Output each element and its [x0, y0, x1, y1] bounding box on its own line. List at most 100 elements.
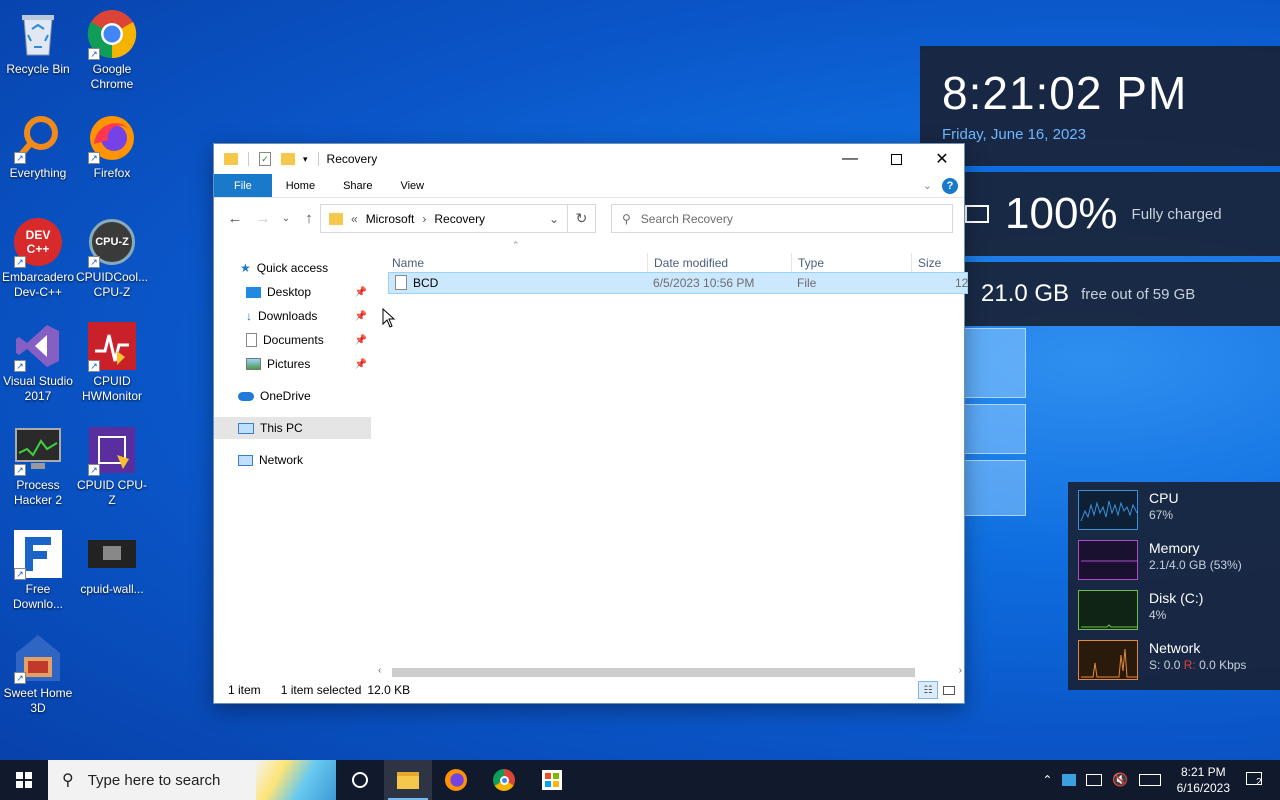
- keyboard-icon[interactable]: [1138, 774, 1161, 786]
- battery-widget: 100% Fully charged: [965, 172, 1280, 256]
- minimize-button[interactable]: —: [827, 144, 873, 174]
- recent-locations-button[interactable]: ⌄: [280, 213, 292, 224]
- arrow-up-icon: ↑: [305, 209, 313, 227]
- customize-toolbar-icon[interactable]: ▾: [303, 154, 308, 165]
- taskbar-chrome[interactable]: [480, 760, 528, 800]
- nav-network[interactable]: Network: [238, 449, 371, 471]
- tab-home[interactable]: Home: [272, 174, 329, 197]
- desktop-icon-cpuz[interactable]: ↗ CPUID CPU-Z: [74, 424, 150, 508]
- file-row-bcd[interactable]: BCD 6/5/2023 10:56 PM File 12: [388, 272, 968, 294]
- desktop-icon-process-hacker[interactable]: ↗ Process Hacker 2: [0, 424, 76, 508]
- details-view-button[interactable]: ☷: [918, 681, 938, 699]
- tab-view[interactable]: View: [386, 174, 438, 197]
- monitor-row-memory: Memory 2.1/4.0 GB (53%): [1078, 540, 1278, 582]
- large-icons-view-icon: [943, 685, 955, 695]
- column-header-name[interactable]: Name: [386, 253, 648, 273]
- details-view-icon: ☷: [923, 684, 933, 696]
- properties-icon[interactable]: ✓: [259, 152, 271, 166]
- breadcrumb-microsoft[interactable]: Microsoft: [366, 212, 415, 226]
- shortcut-arrow-icon: ↗: [14, 568, 26, 580]
- forward-button[interactable]: →: [252, 210, 274, 227]
- taskbar-clock[interactable]: 8:21 PM 6/16/2023: [1171, 764, 1236, 796]
- desktop-icon-hwmonitor[interactable]: ↗ CPUID HWMonitor: [74, 320, 150, 404]
- windows-logo-icon: [16, 772, 32, 788]
- column-header-type[interactable]: Type: [792, 253, 912, 273]
- monitor-row-disk: Disk (C:) 4%: [1078, 590, 1278, 632]
- mouse-cursor-icon: [382, 308, 396, 328]
- tray-overflow-button[interactable]: ⌃: [1042, 773, 1052, 787]
- action-center-button[interactable]: 2: [1246, 772, 1270, 788]
- desktop-icon-firefox[interactable]: ↗ Firefox: [74, 112, 150, 181]
- notification-count-badge: 2: [1256, 777, 1262, 788]
- column-header-date-modified[interactable]: Date modified: [648, 253, 792, 273]
- quick-access-toolbar: ✓ ▾: [224, 152, 319, 166]
- tray-app-icon[interactable]: [1062, 774, 1077, 786]
- everything-search-icon: ↗: [12, 112, 64, 164]
- large-icons-view-button[interactable]: [940, 681, 958, 699]
- folder-icon: [224, 153, 238, 165]
- shortcut-arrow-icon: ↗: [88, 152, 100, 164]
- desktop-icon-everything[interactable]: ↗ Everything: [0, 112, 76, 181]
- help-button[interactable]: ?: [942, 174, 964, 197]
- maximize-button[interactable]: [873, 144, 919, 174]
- shortcut-arrow-icon: ↗: [14, 152, 26, 164]
- file-explorer-window[interactable]: ✓ ▾ Recovery — ✕ File Home Share View ⌄ …: [213, 143, 968, 704]
- desktop-icon-free-download-manager[interactable]: ↗ Free Downlo...: [0, 528, 76, 612]
- desktop-icon-cpuid-wallpaper[interactable]: cpuid-wall...: [74, 528, 150, 597]
- taskbar-store[interactable]: [528, 760, 576, 800]
- desktop-icon-google-chrome[interactable]: ↗ Google Chrome: [74, 8, 150, 92]
- search-box[interactable]: ⚲ Search Recovery: [611, 204, 953, 233]
- desktop-icon-visual-studio[interactable]: ↗ Visual Studio 2017: [0, 320, 76, 404]
- start-button[interactable]: [0, 760, 48, 800]
- column-header-size[interactable]: Size: [912, 253, 972, 273]
- breadcrumb-recovery[interactable]: Recovery: [434, 212, 485, 226]
- desktop-icon-devcpp[interactable]: DEV C++ ↗ Embarcadero Dev-C++: [0, 216, 76, 300]
- desktop-icon-sweet-home-3d[interactable]: ↗ Sweet Home 3D: [0, 632, 76, 716]
- scrollbar-thumb[interactable]: [392, 668, 915, 677]
- up-button[interactable]: ↑: [298, 210, 320, 227]
- battery-percent: 100%: [1005, 189, 1118, 238]
- new-folder-icon[interactable]: [281, 153, 295, 165]
- firefox-icon: [445, 769, 467, 791]
- close-button[interactable]: ✕: [919, 144, 965, 174]
- maximize-icon: [890, 153, 902, 165]
- address-dropdown-icon[interactable]: ⌄: [549, 212, 559, 226]
- taskbar-search-box[interactable]: ⚲ Type here to search: [48, 760, 336, 800]
- nav-quick-access[interactable]: ★ Quick access: [240, 257, 371, 279]
- network-status-icon[interactable]: [1086, 774, 1103, 786]
- breadcrumb-separator-icon: ›: [422, 211, 427, 226]
- address-overflow[interactable]: «: [351, 212, 358, 226]
- download-arrow-icon: ↓: [246, 309, 252, 323]
- back-button[interactable]: ←: [224, 210, 246, 227]
- shortcut-arrow-icon: ↗: [88, 48, 100, 60]
- tab-share[interactable]: Share: [329, 174, 386, 197]
- scroll-right-icon[interactable]: ›: [959, 665, 962, 676]
- address-bar[interactable]: « Microsoft › Recovery ⌄: [320, 204, 568, 233]
- desktop-icon-recycle-bin[interactable]: Recycle Bin: [0, 8, 76, 77]
- desktop-folder-icon: [246, 286, 261, 298]
- volume-muted-icon[interactable]: 🔇: [1112, 772, 1128, 788]
- star-icon: ★: [240, 261, 251, 275]
- nav-this-pc[interactable]: This PC: [214, 417, 371, 439]
- refresh-button[interactable]: ↻: [568, 204, 596, 233]
- shortcut-arrow-icon: ↗: [88, 464, 100, 476]
- taskbar-file-explorer[interactable]: [384, 760, 432, 800]
- nav-onedrive[interactable]: OneDrive: [238, 385, 371, 407]
- scroll-left-icon[interactable]: ‹: [378, 665, 381, 676]
- monitor-row-network: Network S: 0.0 R: 0.0 Kbps: [1078, 640, 1278, 682]
- title-bar[interactable]: ✓ ▾ Recovery — ✕: [214, 144, 964, 174]
- cloud-icon: [238, 391, 254, 401]
- expand-ribbon-button[interactable]: ⌄: [923, 174, 942, 197]
- nav-downloads[interactable]: ↓ Downloads 📌: [246, 305, 371, 327]
- arrow-right-icon: →: [255, 209, 271, 227]
- nav-documents[interactable]: Documents 📌: [246, 329, 371, 351]
- shortcut-arrow-icon: ↗: [14, 256, 26, 268]
- nav-pictures[interactable]: Pictures 📌: [246, 353, 371, 375]
- file-explorer-icon: [397, 771, 419, 789]
- desktop-icon-cpuidcooler[interactable]: CPU-Z ↗ CPUIDCool... CPU-Z: [74, 216, 150, 300]
- tab-file[interactable]: File: [214, 174, 272, 197]
- nav-desktop[interactable]: Desktop 📌: [246, 281, 371, 303]
- taskbar-firefox[interactable]: [432, 760, 480, 800]
- status-size: 12.0 KB: [367, 683, 411, 697]
- task-view-button[interactable]: [336, 760, 384, 800]
